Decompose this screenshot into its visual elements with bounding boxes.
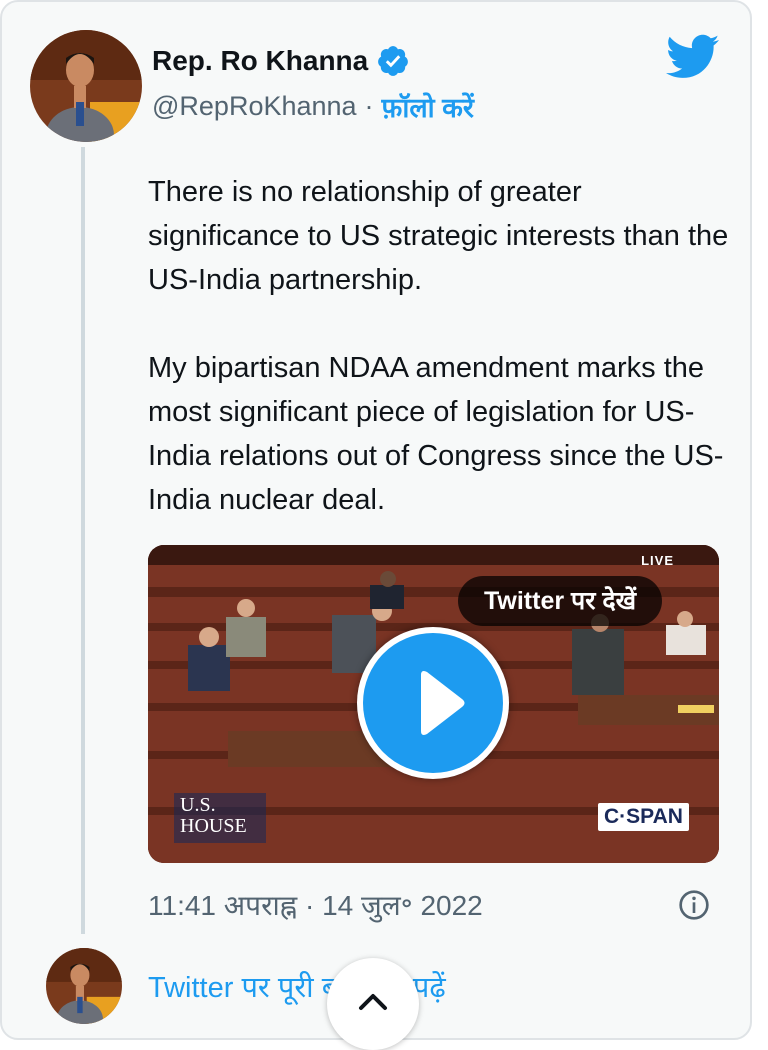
tweet-timestamp[interactable]: 11:41 अपराह्न · 14 जुल॰ 2022 <box>148 886 483 924</box>
watch-on-twitter-button[interactable]: Twitter पर देखें <box>458 576 663 626</box>
tweet-card: Rep. Ro Khanna @RepRoKhanna · फ़ॉलो करें… <box>0 0 752 1050</box>
scroll-up-button[interactable] <box>327 958 419 1050</box>
tweet-paragraph: There is no relationship of greater sign… <box>148 176 729 296</box>
tweet-body: There is no relationship of greater sign… <box>148 170 738 522</box>
chevron-up-icon <box>359 994 387 1010</box>
handle-row: @RepRoKhanna · फ़ॉलो करें <box>152 88 474 125</box>
play-button-circle <box>363 633 503 773</box>
separator-dot: · <box>364 91 374 121</box>
author-name-row: Rep. Ro Khanna <box>152 44 410 78</box>
house-logo-line1: U.S. <box>180 794 216 816</box>
follow-button[interactable]: फ़ॉलो करें <box>382 88 474 125</box>
cspan-logo: C·SPAN <box>598 803 689 831</box>
author-name[interactable]: Rep. Ro Khanna <box>152 45 368 77</box>
author-avatar[interactable] <box>30 30 142 142</box>
twitter-bird-icon[interactable] <box>666 34 720 80</box>
play-icon <box>421 671 465 735</box>
thread-line <box>81 147 85 934</box>
author-avatar-small[interactable] <box>46 948 122 1024</box>
author-handle[interactable]: @RepRoKhanna <box>152 91 357 122</box>
live-label: LIVE <box>641 553 674 568</box>
tweet-paragraph: My bipartisan NDAA amendment marks the m… <box>148 352 724 516</box>
info-icon[interactable] <box>678 889 710 921</box>
house-logo-line2: HOUSE <box>180 815 247 837</box>
play-button[interactable] <box>357 627 509 779</box>
video-player[interactable]: LIVE Twitter पर देखें U.S. HOUSE C·SPAN <box>148 545 719 863</box>
verified-badge-icon <box>378 46 409 76</box>
us-house-logo: U.S. HOUSE <box>174 793 266 843</box>
